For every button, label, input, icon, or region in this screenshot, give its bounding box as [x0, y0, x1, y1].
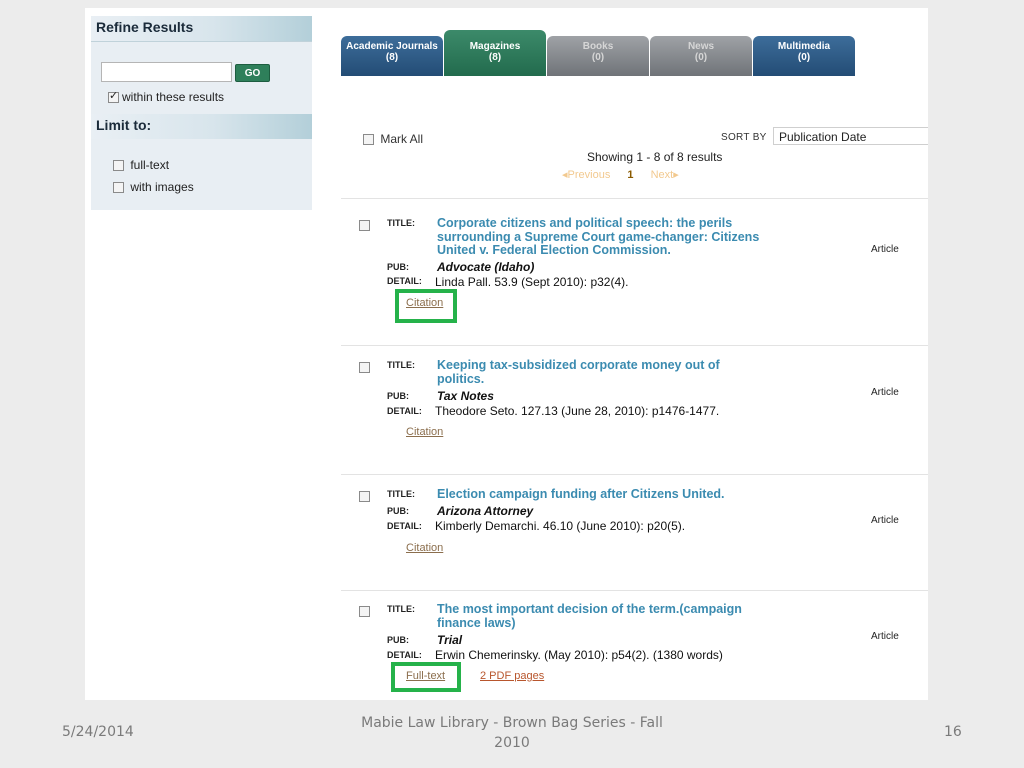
sort-by-label: SORT BY	[721, 132, 767, 143]
tab-label: Magazines	[469, 41, 521, 52]
result-record: TITLE: Corporate citizens and political …	[341, 216, 928, 327]
record-publication: Advocate (Idaho)	[437, 260, 535, 274]
record-detail: Kimberly Demarchi. 46.10 (June 2010): p2…	[435, 519, 686, 533]
tab-news[interactable]: News (0)	[650, 36, 752, 76]
detail-label: DETAIL:	[387, 521, 422, 531]
detail-label: DETAIL:	[387, 406, 422, 416]
tab-books[interactable]: Books (0)	[547, 36, 649, 76]
fulltext-label: full-text	[130, 158, 170, 172]
go-button[interactable]: GO	[235, 64, 270, 82]
detail-label: DETAIL:	[387, 650, 422, 660]
next-label: Next	[650, 169, 674, 181]
mark-all-checkbox[interactable]	[363, 134, 374, 145]
limit-images-option[interactable]: with images	[113, 180, 194, 194]
with-images-checkbox[interactable]	[113, 182, 124, 193]
citation-link[interactable]: Citation	[406, 542, 443, 554]
result-record: TITLE: Election campaign funding after C…	[341, 487, 928, 578]
tab-academic-journals[interactable]: Academic Journals (8)	[341, 36, 443, 76]
tab-count: (8)	[385, 52, 399, 63]
tab-label: Multimedia	[777, 41, 831, 52]
fulltext-checkbox[interactable]	[113, 160, 124, 171]
highlight-box	[395, 289, 457, 323]
tab-label: Books	[582, 41, 614, 52]
tab-count: (0)	[591, 52, 605, 63]
record-detail: Linda Pall. 53.9 (Sept 2010): p32(4).	[435, 275, 629, 289]
tab-count: (0)	[797, 52, 811, 63]
record-checkbox[interactable]	[359, 362, 370, 373]
record-checkbox[interactable]	[359, 220, 370, 231]
tab-multimedia[interactable]: Multimedia (0)	[753, 36, 855, 76]
highlight-box	[391, 662, 461, 692]
result-record: TITLE: The most important decision of th…	[341, 602, 928, 700]
pub-label: PUB:	[387, 391, 409, 401]
record-detail: Erwin Chemerinsky. (May 2010): p54(2). (…	[435, 648, 723, 662]
slide-footer-text: Mabie Law Library - Brown Bag Series - F…	[361, 715, 663, 751]
record-publication: Arizona Attorney	[437, 504, 534, 518]
tab-count: (8)	[488, 52, 502, 63]
current-page: 1	[627, 169, 634, 181]
record-publication: Trial	[437, 633, 463, 647]
record-divider	[341, 198, 928, 199]
record-title-link[interactable]: Keeping tax-subsidized corporate money o…	[437, 358, 737, 386]
record-type: Article	[871, 387, 899, 398]
record-type: Article	[871, 244, 899, 255]
tab-label: Academic Journals	[346, 41, 438, 52]
results-page: Refine Results GO within these results L…	[85, 8, 928, 700]
pagination: ◂Previous 1 Next▸	[562, 168, 679, 181]
limit-to-heading: Limit to:	[91, 114, 312, 139]
limit-fulltext-option[interactable]: full-text	[113, 158, 169, 172]
mark-all-label: Mark All	[380, 132, 424, 146]
pub-label: PUB:	[387, 506, 409, 516]
sort-by-select[interactable]: Publication Date	[773, 127, 928, 145]
refine-search-input[interactable]	[101, 62, 232, 82]
record-title-link[interactable]: Corporate citizens and political speech:…	[437, 216, 782, 258]
refine-results-heading: Refine Results	[91, 16, 312, 42]
refine-sidebar: Refine Results GO within these results L…	[91, 16, 312, 210]
record-title-link[interactable]: Election campaign funding after Citizens…	[437, 487, 782, 502]
pub-label: PUB:	[387, 635, 409, 645]
tab-label: News	[687, 41, 715, 52]
record-detail: Theodore Seto. 127.13 (June 28, 2010): p…	[435, 404, 720, 418]
record-divider	[341, 345, 928, 346]
record-divider	[341, 474, 928, 475]
title-label: TITLE:	[387, 360, 415, 370]
result-record: TITLE: Keeping tax-subsidized corporate …	[341, 358, 928, 459]
next-link[interactable]: Next▸	[651, 169, 679, 181]
within-results-label: within these results	[122, 90, 225, 104]
record-checkbox[interactable]	[359, 491, 370, 502]
slide-date: 5/24/2014	[62, 724, 134, 740]
record-divider	[341, 590, 928, 591]
title-label: TITLE:	[387, 489, 415, 499]
record-title-link[interactable]: The most important decision of the term.…	[437, 602, 757, 630]
pub-label: PUB:	[387, 262, 409, 272]
within-results-checkbox[interactable]	[108, 89, 119, 103]
record-publication: Tax Notes	[437, 389, 494, 403]
tab-count: (0)	[694, 52, 708, 63]
slide-number: 16	[944, 724, 962, 740]
previous-label: Previous	[567, 169, 611, 181]
tab-magazines[interactable]: Magazines (8)	[444, 30, 546, 76]
results-count: Showing 1 - 8 of 8 results	[587, 150, 723, 164]
record-checkbox[interactable]	[359, 606, 370, 617]
title-label: TITLE:	[387, 218, 415, 228]
record-type: Article	[871, 631, 899, 642]
within-results-option[interactable]: within these results	[108, 89, 225, 104]
with-images-label: with images	[130, 180, 194, 194]
record-type: Article	[871, 515, 899, 526]
detail-label: DETAIL:	[387, 276, 422, 286]
title-label: TITLE:	[387, 604, 415, 614]
previous-link[interactable]: ◂Previous	[562, 169, 610, 181]
refine-search-row: GO	[101, 62, 311, 82]
pdf-pages-link[interactable]: 2 PDF pages	[480, 670, 544, 682]
citation-link[interactable]: Citation	[406, 426, 443, 438]
mark-all-option[interactable]: Mark All	[363, 132, 423, 146]
